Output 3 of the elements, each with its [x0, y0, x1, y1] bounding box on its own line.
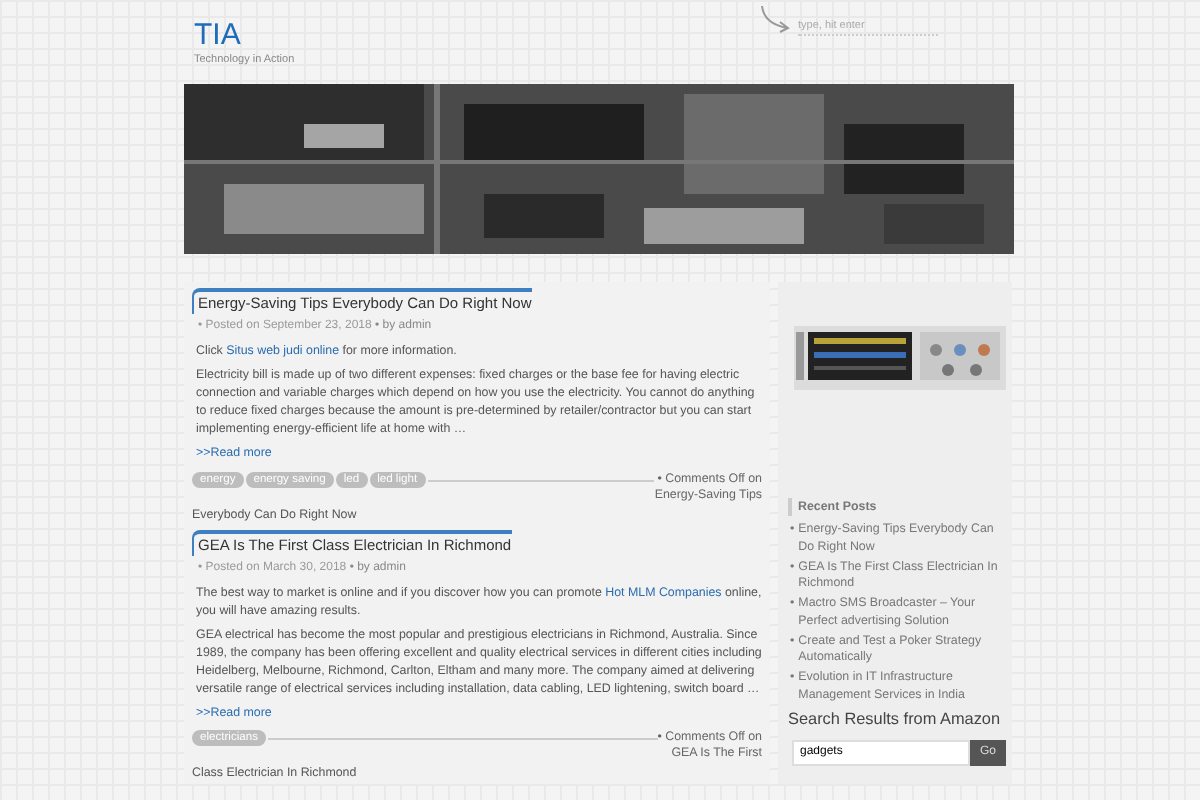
- site-title[interactable]: TIA: [184, 0, 241, 50]
- widget-heading: Search Results from Amazon: [788, 708, 1003, 733]
- arrow-icon: [758, 4, 794, 36]
